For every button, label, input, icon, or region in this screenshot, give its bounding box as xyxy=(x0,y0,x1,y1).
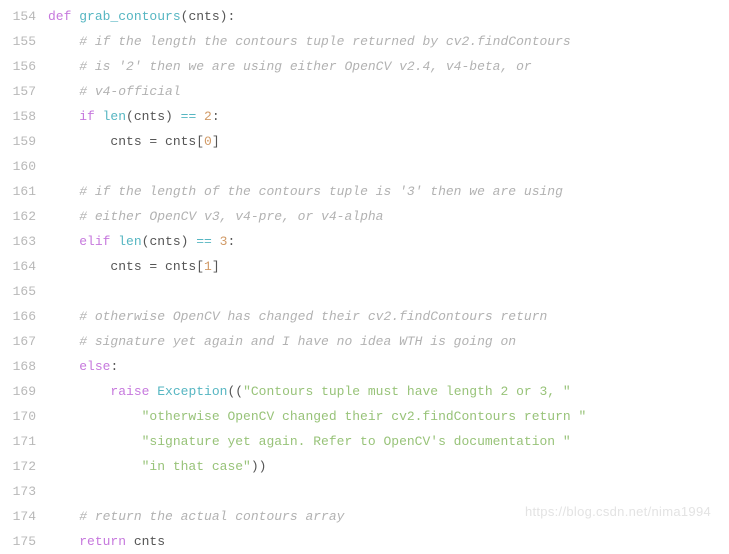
token-var: cnts = cnts[ xyxy=(110,259,204,274)
code-line: # is '2' then we are using either OpenCV… xyxy=(48,54,729,79)
line-number: 161 xyxy=(0,179,36,204)
token-num: 2 xyxy=(204,109,212,124)
token-kw: raise xyxy=(110,384,157,399)
token-punc: : xyxy=(212,109,220,124)
token-str: "Contours tuple must have length 2 or 3,… xyxy=(243,384,571,399)
token-var: ] xyxy=(212,259,220,274)
line-number: 157 xyxy=(0,79,36,104)
code-line: else: xyxy=(48,354,729,379)
line-number: 166 xyxy=(0,304,36,329)
line-number: 154 xyxy=(0,4,36,29)
code-line: # return the actual contours array xyxy=(48,504,729,529)
token-cmt: # either OpenCV v3, v4-pre, or v4-alpha xyxy=(79,209,383,224)
token-fn: len xyxy=(103,109,126,124)
code-line: # if the length of the contours tuple is… xyxy=(48,179,729,204)
token-punc: : xyxy=(227,234,235,249)
line-number: 165 xyxy=(0,279,36,304)
token-kw: else xyxy=(79,359,110,374)
code-area: def grab_contours(cnts): # if the length… xyxy=(48,0,729,554)
token-punc: (cnts) xyxy=(126,109,181,124)
token-op: == xyxy=(181,109,204,124)
code-line: # otherwise OpenCV has changed their cv2… xyxy=(48,304,729,329)
code-line: if len(cnts) == 2: xyxy=(48,104,729,129)
token-cmt: # v4-official xyxy=(79,84,180,99)
line-number: 174 xyxy=(0,504,36,529)
line-number: 172 xyxy=(0,454,36,479)
code-line: cnts = cnts[1] xyxy=(48,254,729,279)
code-line: raise Exception(("Contours tuple must ha… xyxy=(48,379,729,404)
token-punc: (cnts): xyxy=(181,9,236,24)
token-kw: if xyxy=(79,109,102,124)
token-var: ] xyxy=(212,134,220,149)
token-cmt: # is '2' then we are using either OpenCV… xyxy=(79,59,531,74)
line-number: 171 xyxy=(0,429,36,454)
token-punc: (( xyxy=(227,384,243,399)
token-kw: elif xyxy=(79,234,118,249)
token-cmt: # if the length the contours tuple retur… xyxy=(79,34,570,49)
token-cmt: # otherwise OpenCV has changed their cv2… xyxy=(79,309,547,324)
line-number: 164 xyxy=(0,254,36,279)
line-number: 159 xyxy=(0,129,36,154)
line-number: 163 xyxy=(0,229,36,254)
line-number: 160 xyxy=(0,154,36,179)
token-num: 1 xyxy=(204,259,212,274)
token-cmt: # if the length of the contours tuple is… xyxy=(79,184,563,199)
line-number: 168 xyxy=(0,354,36,379)
code-line: # either OpenCV v3, v4-pre, or v4-alpha xyxy=(48,204,729,229)
token-exc: Exception xyxy=(157,384,227,399)
code-line: return cnts xyxy=(48,529,729,554)
code-line xyxy=(48,154,729,179)
line-number: 156 xyxy=(0,54,36,79)
token-str: "signature yet again. Refer to OpenCV's … xyxy=(142,434,571,449)
token-var: cnts xyxy=(134,534,165,549)
token-kw: def xyxy=(48,9,79,24)
code-line: "otherwise OpenCV changed their cv2.find… xyxy=(48,404,729,429)
line-number: 175 xyxy=(0,529,36,554)
token-var: cnts = cnts[ xyxy=(110,134,204,149)
code-line xyxy=(48,479,729,504)
token-fn: len xyxy=(118,234,141,249)
code-line: "in that case")) xyxy=(48,454,729,479)
token-kw: return xyxy=(79,534,134,549)
token-punc: )) xyxy=(251,459,267,474)
code-line: def grab_contours(cnts): xyxy=(48,4,729,29)
code-line: elif len(cnts) == 3: xyxy=(48,229,729,254)
code-line: # signature yet again and I have no idea… xyxy=(48,329,729,354)
line-number: 167 xyxy=(0,329,36,354)
token-num: 0 xyxy=(204,134,212,149)
line-number: 162 xyxy=(0,204,36,229)
code-line: cnts = cnts[0] xyxy=(48,129,729,154)
line-number: 158 xyxy=(0,104,36,129)
code-line xyxy=(48,279,729,304)
token-punc: (cnts) xyxy=(142,234,197,249)
token-cmt: # signature yet again and I have no idea… xyxy=(79,334,516,349)
line-number: 170 xyxy=(0,404,36,429)
line-number-gutter: 1541551561571581591601611621631641651661… xyxy=(0,0,48,554)
code-line: # v4-official xyxy=(48,79,729,104)
code-editor: 1541551561571581591601611621631641651661… xyxy=(0,0,729,554)
token-str: "in that case" xyxy=(142,459,251,474)
token-punc: : xyxy=(110,359,118,374)
token-op: == xyxy=(196,234,219,249)
token-cmt: # return the actual contours array xyxy=(79,509,344,524)
token-str: "otherwise OpenCV changed their cv2.find… xyxy=(142,409,587,424)
line-number: 155 xyxy=(0,29,36,54)
line-number: 169 xyxy=(0,379,36,404)
code-line: "signature yet again. Refer to OpenCV's … xyxy=(48,429,729,454)
token-fn: grab_contours xyxy=(79,9,180,24)
line-number: 173 xyxy=(0,479,36,504)
code-line: # if the length the contours tuple retur… xyxy=(48,29,729,54)
